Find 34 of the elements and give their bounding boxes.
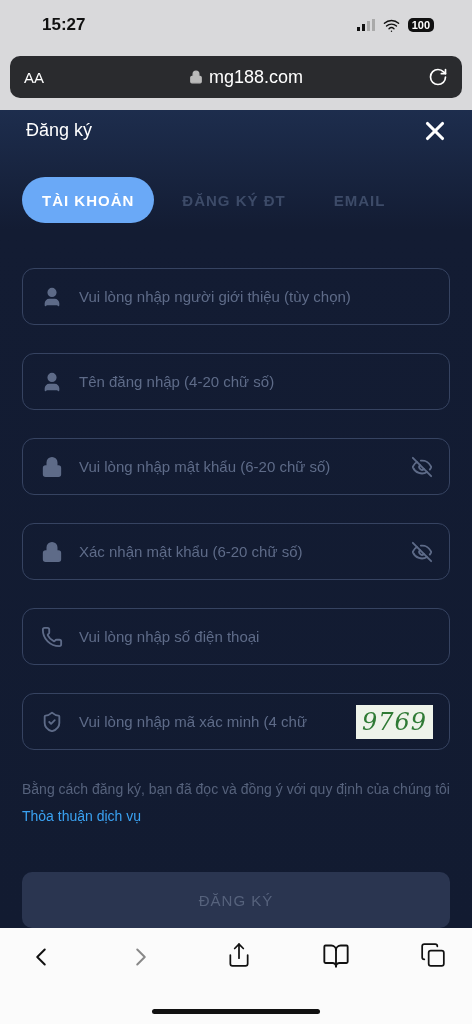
tabs-icon[interactable] bbox=[420, 942, 446, 968]
lock-icon bbox=[41, 455, 63, 478]
tab[interactable]: TÀI KHOẢN bbox=[22, 177, 155, 223]
address-bar[interactable]: AA mg188.com bbox=[10, 56, 462, 98]
shield-check-icon bbox=[41, 710, 63, 733]
reload-icon[interactable] bbox=[428, 67, 448, 87]
captcha-image[interactable]: 9769 bbox=[355, 704, 433, 739]
phone-icon bbox=[41, 625, 63, 648]
eye-off-icon[interactable] bbox=[411, 455, 433, 478]
url-text: mg188.com bbox=[208, 66, 303, 88]
signal-icon bbox=[356, 19, 375, 31]
placeholder-text: Vui lòng nhập mã xác minh (4 chữ bbox=[79, 713, 308, 730]
placeholder-text: Vui lòng nhập người giới thiệu (tùy chọn) bbox=[79, 288, 352, 305]
placeholder-text: Vui lòng nhập mật khẩu (6-20 chữ số) bbox=[79, 458, 332, 475]
text-size-button[interactable]: AA bbox=[24, 68, 64, 86]
placeholder-text: Tên đăng nhập (4-20 chữ số) bbox=[79, 373, 276, 390]
dialog-title: Đăng ký bbox=[26, 120, 93, 141]
bookmarks-icon[interactable] bbox=[322, 942, 350, 970]
share-icon[interactable] bbox=[226, 942, 252, 968]
battery-icon: 100 bbox=[407, 18, 434, 32]
input-field[interactable]: Vui lòng nhập số điện thoại bbox=[22, 608, 450, 665]
lock-icon bbox=[188, 70, 203, 84]
input-field[interactable]: Xác nhận mật khẩu (6-20 chữ số) bbox=[22, 523, 450, 580]
eye-off-icon[interactable] bbox=[411, 540, 433, 563]
service-agreement-link[interactable]: Thỏa thuận dịch vụ bbox=[22, 808, 142, 824]
terms-text: Bằng cách đăng ký, bạn đã đọc và đồng ý với quy định của chúng tôi Thỏa thuận dịch vụ bbox=[22, 780, 450, 826]
placeholder-text: Vui lòng nhập số điện thoại bbox=[79, 628, 261, 645]
placeholder-text: Xác nhận mật khẩu (6-20 chữ số) bbox=[79, 543, 304, 560]
input-field[interactable]: Tên đăng nhập (4-20 chữ số) bbox=[22, 353, 450, 410]
input-field[interactable]: Vui lòng nhập mã xác minh (4 chữ 9769 bbox=[22, 693, 450, 750]
status-time: 15:27 bbox=[42, 15, 86, 35]
input-field[interactable]: Vui lòng nhập mật khẩu (6-20 chữ số) bbox=[22, 438, 450, 495]
lock-icon bbox=[41, 540, 63, 563]
input-field[interactable]: Vui lòng nhập người giới thiệu (tùy chọn) bbox=[22, 268, 450, 325]
